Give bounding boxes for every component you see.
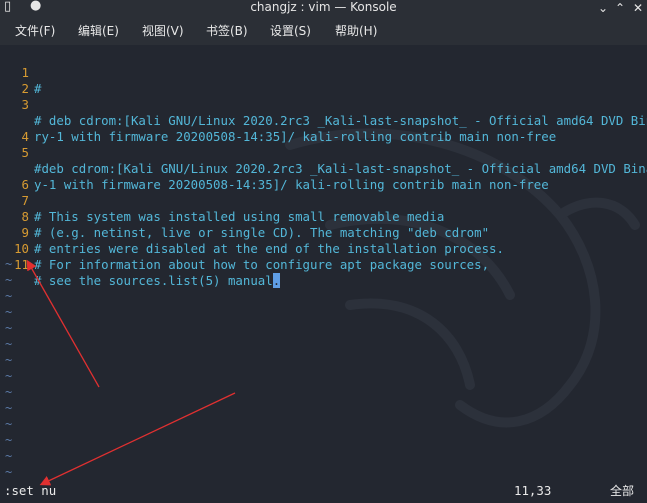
menu-bar: 文件(F) 编辑(E) 视图(V) 书签(B) 设置(S) 帮助(H)	[0, 16, 647, 45]
empty-line-tilde: ~	[5, 305, 13, 319]
empty-line-tilde: ~	[5, 417, 13, 431]
line-text: #deb cdrom:[Kali GNU/Linux 2020.2rc3 _Ka…	[34, 161, 647, 176]
editor-line: 8 # (e.g. netinst, live or single CD). T…	[0, 193, 490, 240]
empty-line-tilde: ~	[5, 369, 13, 383]
empty-line-tilde: ~	[5, 321, 13, 335]
editor-line: 2	[0, 65, 45, 96]
maximize-icon[interactable]: ⌃	[615, 1, 625, 15]
editor-line: 7 # This system was installed using smal…	[0, 177, 445, 224]
empty-line-tilde: ~	[5, 273, 13, 287]
kali-dragon-watermark-icon	[285, 128, 640, 428]
menu-help[interactable]: 帮助(H)	[335, 23, 377, 39]
line-text: # see the sources.list(5) manual.	[34, 273, 281, 288]
vim-command-line[interactable]: :set nu	[4, 483, 56, 499]
line-text: # deb cdrom:[Kali GNU/Linux 2020.2rc3 _K…	[34, 113, 647, 128]
menu-view[interactable]: 视图(V)	[142, 23, 184, 39]
empty-line-tilde: ~	[5, 289, 13, 303]
menu-file[interactable]: 文件(F)	[15, 23, 55, 39]
editor-line: y-1 with firmware 20200508-14:35]/ kali-…	[0, 145, 549, 192]
line-text: y-1 with firmware 20200508-14:35]/ kali-…	[34, 177, 549, 192]
empty-line-tilde: ~	[5, 337, 13, 351]
editor-line: 9 # entries were disabled at the end of …	[0, 209, 504, 256]
editor-line: 3 # deb cdrom:[Kali GNU/Linux 2020.2rc3 …	[0, 81, 647, 128]
line-text: # For information about how to configure…	[34, 257, 490, 272]
terminal-area[interactable]: 1 # 2 3 # deb cdrom:[Kali GNU/Linux 2020…	[0, 45, 647, 503]
editor-line: 10 # For information about how to config…	[0, 225, 489, 272]
editor-line: 1 #	[0, 49, 45, 96]
editor-line: 11 # see the sources.list(5) manual.	[0, 241, 281, 288]
empty-line-tilde: ~	[5, 401, 13, 415]
close-icon[interactable]: ✕	[633, 1, 643, 15]
line-text: # entries were disabled at the end of th…	[34, 241, 504, 256]
chevron-down-icon[interactable]: ⌄	[598, 1, 608, 15]
line-text: # (e.g. netinst, live or single CD). The…	[34, 225, 490, 240]
empty-line-tilde: ~	[5, 385, 13, 399]
menu-settings[interactable]: 设置(S)	[270, 23, 311, 39]
empty-line-tilde: ~	[5, 433, 13, 447]
empty-line-tilde: ~	[5, 257, 13, 271]
line-number: 11	[14, 257, 29, 272]
empty-line-tilde: ~	[5, 353, 13, 367]
editor-line: ry-1 with firmware 20200508-14:35]/ kali…	[0, 97, 556, 144]
line-text: ry-1 with firmware 20200508-14:35]/ kali…	[34, 129, 557, 144]
line-text: # This system was installed using small …	[34, 209, 445, 224]
window-title: changjz : vim — Konsole	[250, 0, 397, 14]
editor-line: 4	[0, 113, 45, 144]
window-titlebar: ▯ ● changjz : vim — Konsole ⌄ ⌃ ✕	[0, 0, 647, 16]
empty-line-tilde: ~	[5, 449, 13, 463]
editor-line: 6	[0, 161, 45, 192]
menu-edit[interactable]: 编辑(E)	[78, 23, 119, 39]
menu-bookmarks[interactable]: 书签(B)	[206, 23, 248, 39]
scroll-indicator: 全部	[610, 484, 635, 498]
cursor-position: 11,33	[514, 483, 552, 498]
empty-line-tilde: ~	[5, 465, 13, 479]
editor-line: 5 #deb cdrom:[Kali GNU/Linux 2020.2rc3 _…	[0, 129, 647, 176]
text-cursor: .	[272, 273, 281, 288]
